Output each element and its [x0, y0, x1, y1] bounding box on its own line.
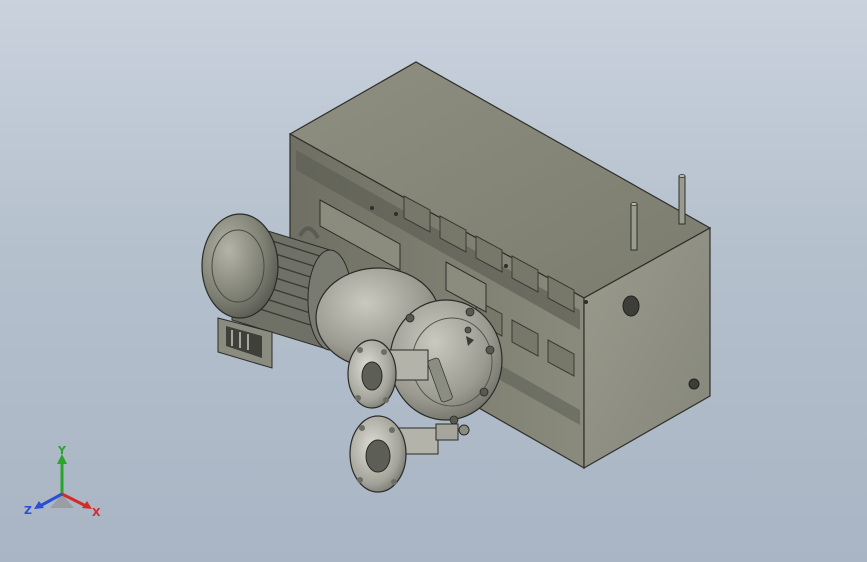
model-viewport[interactable]	[0, 0, 867, 562]
lower-flange	[349, 415, 470, 493]
coordinate-triad-icon: Y X Z	[24, 446, 101, 519]
y-axis-label: Y	[57, 446, 67, 457]
housing-box	[288, 61, 712, 470]
z-axis-label: Z	[24, 504, 32, 517]
x-axis-label: X	[92, 506, 101, 519]
